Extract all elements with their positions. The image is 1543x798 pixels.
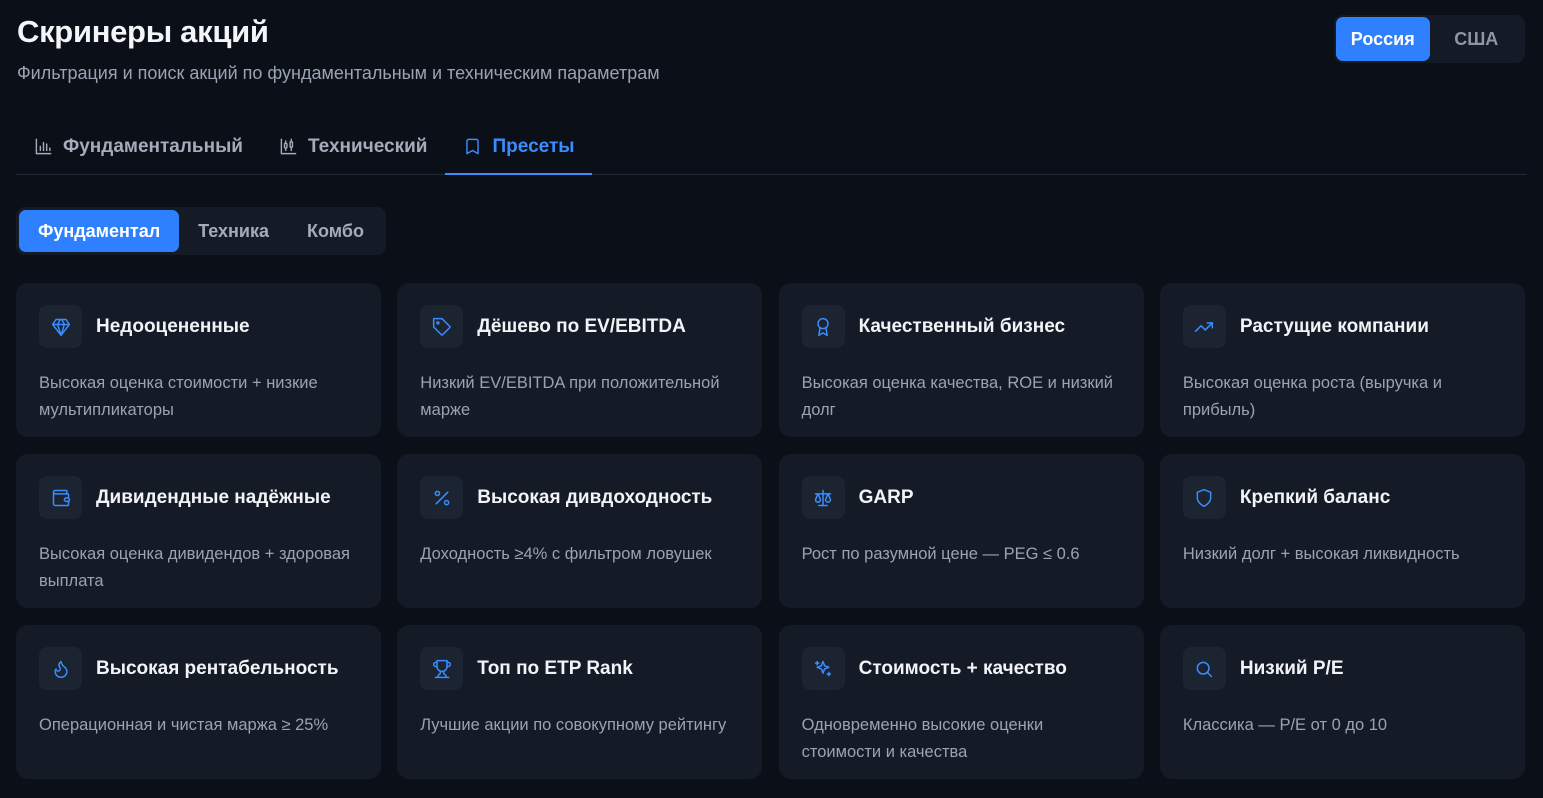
preset-card-garp[interactable]: GARP Рост по разумной цене — PEG ≤ 0.6 [778,454,1144,608]
market-usa-button[interactable]: США [1430,17,1524,61]
preset-description: Высокая оценка стоимости + низкие мульти… [39,374,318,419]
preset-card-high-yield[interactable]: Высокая дивдоходность Доходность ≥4% с ф… [397,454,763,608]
tag-icon [432,317,451,336]
preset-description: Высокая оценка качества, ROE и низкий до… [801,374,1114,419]
preset-category-switch: Фундаментал Техника Комбо [16,207,386,255]
preset-description: Низкий EV/EBITDA при положительной марже [420,374,720,419]
bar-chart-icon [35,138,52,155]
preset-title: GARP [858,486,914,508]
tab-label: Технический [308,135,428,157]
page-subtitle: Фильтрация и поиск акций по фундаменталь… [17,63,660,83]
award-icon [817,317,829,336]
gem-icon [51,318,70,336]
preset-description: Рост по разумной цене — PEG ≤ 0.6 [801,545,1080,563]
preset-card-value-quality[interactable]: Стоимость + качество Одновременно высоки… [778,625,1144,779]
preset-title: Растущие компании [1239,315,1429,337]
trophy-icon [432,659,451,678]
sparkles-icon [814,660,832,676]
tab-presets[interactable]: Пресеты [445,119,593,175]
preset-title: Дёшево по EV/EBITDA [477,315,686,337]
preset-title: Низкий P/E [1239,657,1344,679]
preset-description: Высокая оценка дивидендов + здоровая вып… [39,545,350,590]
preset-title: Недооцененные [96,315,250,337]
preset-title: Топ по ETP Rank [477,657,633,679]
preset-description: Доходность ≥4% с фильтром ловушек [420,545,712,563]
bookmark-icon [466,138,480,155]
preset-card-top-etp-rank[interactable]: Топ по ETP Rank Лучшие акции по совокупн… [397,625,763,779]
preset-title: Крепкий баланс [1239,486,1391,508]
subtab-technical[interactable]: Техника [179,210,288,252]
tab-technical[interactable]: Технический [261,119,445,174]
tab-fundamental[interactable]: Фундаментальный [16,119,261,174]
search-icon [1196,661,1213,677]
trending-up-icon [1195,321,1214,332]
tab-label: Фундаментальный [63,135,243,157]
subtab-fundamental[interactable]: Фундаментал [19,210,180,252]
preset-card-strong-balance[interactable]: Крепкий баланс Низкий долг + высокая лик… [1159,454,1525,608]
scale-icon [814,489,832,506]
tab-label: Пресеты [492,135,575,157]
market-switch: Россия США [1334,15,1525,63]
preset-card-undervalued[interactable]: Недооцененные Высокая оценка стоимости +… [16,283,381,437]
flame-icon [53,660,68,678]
candlestick-chart-icon [280,138,297,155]
preset-card-ev-ebitda[interactable]: Дёшево по EV/EBITDA Низкий EV/EBITDA при… [397,283,763,437]
subtab-combo[interactable]: Комбо [288,210,383,252]
preset-description: Классика — P/E от 0 до 10 [1182,716,1388,734]
preset-card-dividend-reliable[interactable]: Дивидендные надёжные Высокая оценка диви… [16,454,381,608]
preset-title: Высокая рентабельность [96,657,339,679]
preset-description: Высокая оценка роста (выручка и прибыль) [1182,374,1442,419]
preset-card-growth[interactable]: Растущие компании Высокая оценка роста (… [1159,283,1525,437]
preset-title: Высокая дивдоходность [477,486,713,508]
preset-card-low-pe[interactable]: Низкий P/E Классика — P/E от 0 до 10 [1159,625,1525,779]
preset-card-quality[interactable]: Качественный бизнес Высокая оценка качес… [778,283,1144,437]
preset-description: Одновременно высокие оценки стоимости и … [801,716,1044,761]
screeners-page: Скринеры акций Фильтрация и поиск акций … [0,0,1543,798]
preset-title: Качественный бизнес [858,315,1066,337]
preset-description: Лучшие акции по совокупному рейтингу [420,716,727,734]
preset-card-high-margin[interactable]: Высокая рентабельность Операционная и чи… [16,625,381,779]
percent-icon [434,490,450,505]
screener-tabs: Фундаментальный Технический Пресеты [16,100,1527,175]
preset-title: Дивидендные надёжные [96,486,331,508]
preset-description: Операционная и чистая маржа ≥ 25% [39,716,329,734]
shield-icon [1196,488,1212,507]
wallet-icon [52,489,70,506]
market-russia-button[interactable]: Россия [1336,17,1430,61]
preset-grid: Недооцененные Высокая оценка стоимости +… [16,283,1525,779]
page-title: Скринеры акций [17,14,269,49]
preset-title: Стоимость + качество [858,657,1067,679]
preset-description: Низкий долг + высокая ликвидность [1182,545,1460,563]
page-header: Скринеры акций Фильтрация и поиск акций … [16,0,1527,100]
